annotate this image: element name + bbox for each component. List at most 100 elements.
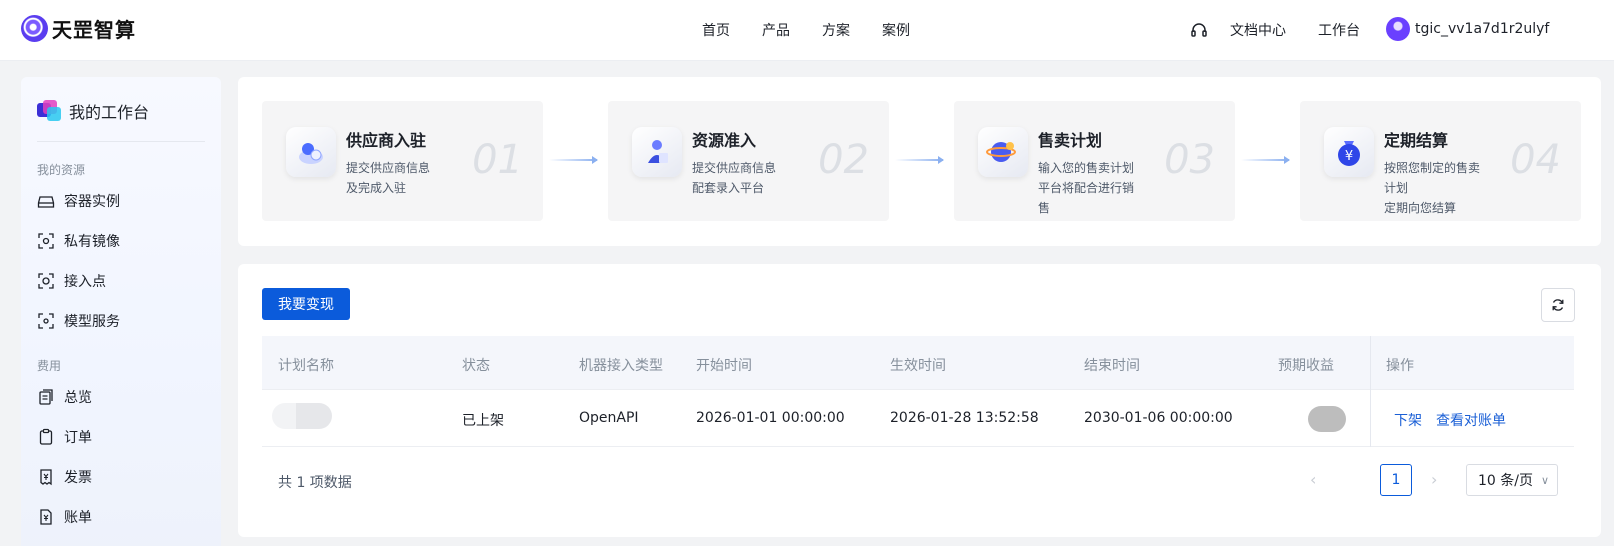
chevron-down-icon: ∨: [1540, 473, 1550, 487]
column-end-time: 结束时间: [1084, 358, 1140, 374]
resource-icon: [632, 127, 682, 177]
svg-text:¥: ¥: [1345, 149, 1353, 164]
sidebar-divider: [37, 141, 205, 142]
sidebar-item-private-images[interactable]: 私有镜像: [37, 231, 120, 251]
sidebar-item-label: 总览: [64, 390, 92, 406]
image-scan-icon: [38, 233, 54, 249]
page-1-button[interactable]: 1: [1380, 464, 1412, 496]
sidebar-item-label: 私有镜像: [64, 234, 120, 250]
next-page-button[interactable]: ›: [1431, 470, 1437, 489]
sidebar-item-access-points[interactable]: 接入点: [37, 271, 106, 291]
nav-solutions[interactable]: 方案: [822, 20, 850, 40]
step-arrow: [1241, 156, 1290, 164]
sidebar-item-invoices[interactable]: 发票: [37, 467, 92, 487]
brand-logo[interactable]: 天罡智算: [21, 14, 136, 43]
username: tgic_vv1a7d1r2ulyf: [1415, 21, 1550, 37]
prev-page-button[interactable]: ‹: [1310, 470, 1316, 489]
sidebar-item-label: 模型服务: [64, 314, 120, 330]
step-number: 04: [1510, 137, 1561, 183]
view-statement-link[interactable]: 查看对账单: [1436, 410, 1506, 430]
sales-plan-table: 计划名称 状态 机器接入类型 开始时间 生效时间 结束时间 预期收益 操作 已上…: [262, 336, 1574, 447]
settlement-icon: ¥: [1324, 127, 1374, 177]
table-header: 计划名称 状态 机器接入类型 开始时间 生效时间 结束时间 预期收益 操作: [262, 336, 1574, 390]
process-steps-card: 供应商入驻 提交供应商信息 及完成入驻 01 资源准入 提交供应商信息 配套录入平台…: [238, 77, 1601, 246]
step-desc: 输入您的售卖计划 平台将配合进行销售: [1038, 161, 1135, 215]
workbench-icon: [37, 100, 63, 122]
logo-icon: [21, 15, 48, 42]
workbench-link[interactable]: 工作台: [1318, 20, 1360, 40]
delist-link[interactable]: 下架: [1394, 410, 1422, 430]
step-supplier-onboarding: 供应商入驻 提交供应商信息 及完成入驻 01: [262, 101, 543, 221]
sidebar-item-label: 容器实例: [64, 194, 120, 210]
step-resource-admission: 资源准入 提交供应商信息 配套录入平台 02: [608, 101, 889, 221]
column-status: 状态: [462, 358, 490, 374]
page-size-select[interactable]: 10 条/页 ∨: [1466, 464, 1558, 496]
total-count: 共 1 项数据: [278, 475, 352, 491]
sidebar-title: 我的工作台: [37, 99, 149, 123]
column-expected-revenue: 预期收益: [1278, 358, 1334, 374]
step-sales-plan: 售卖计划 输入您的售卖计划 平台将配合进行销售 03: [954, 101, 1235, 221]
nav-cases[interactable]: 案例: [882, 20, 910, 40]
column-effective-time: 生效时间: [890, 358, 946, 374]
cell-machine-type: OpenAPI: [579, 410, 639, 426]
page-size-value: 10 条/页: [1478, 473, 1533, 489]
sidebar: 我的工作台 我的资源 容器实例 私有镜像 接入点 模型服务 费用 总览 订单 发…: [21, 77, 221, 546]
sidebar-item-model-service[interactable]: 模型服务: [37, 311, 120, 331]
sidebar-section-billing: 费用: [37, 359, 62, 373]
top-header: 天罡智算 首页 产品 方案 案例 文档中心 工作台 tgic_vv1a7d1r2…: [0, 0, 1614, 61]
column-machine-type: 机器接入类型: [579, 358, 663, 374]
nav-home[interactable]: 首页: [702, 20, 730, 40]
supplier-icon: [286, 127, 336, 177]
step-arrow: [895, 156, 944, 164]
monetize-button[interactable]: 我要变现: [262, 288, 350, 320]
disk-icon: [37, 196, 55, 208]
step-number: 03: [1164, 137, 1215, 183]
step-title: 资源准入: [692, 131, 757, 150]
order-icon: [39, 428, 53, 445]
headset-icon[interactable]: [1190, 21, 1208, 39]
refresh-button[interactable]: [1541, 288, 1575, 322]
sidebar-item-orders[interactable]: 订单: [37, 427, 92, 447]
step-title: 定期结算: [1384, 131, 1449, 150]
sidebar-section-resources: 我的资源: [37, 163, 86, 177]
sidebar-item-label: 接入点: [64, 274, 106, 290]
sidebar-item-containers[interactable]: 容器实例: [37, 191, 120, 211]
avatar: [1386, 17, 1410, 41]
column-plan-name: 计划名称: [278, 358, 334, 374]
sales-plan-icon: [978, 127, 1028, 177]
cell-start-time: 2026-01-01 00:00:00: [696, 410, 845, 426]
step-title: 供应商入驻: [346, 131, 427, 150]
main-nav: 首页 产品 方案 案例: [702, 20, 942, 40]
column-actions: 操作: [1386, 358, 1414, 374]
sidebar-item-overview[interactable]: 总览: [37, 387, 92, 407]
overview-icon: [39, 389, 53, 405]
step-desc: 按照您制定的售卖 计划 定期向您结算: [1384, 161, 1481, 215]
cell-status: 已上架: [462, 413, 504, 429]
step-desc: 提交供应商信息 及完成入驻: [346, 161, 431, 195]
table-row: 已上架 OpenAPI 2026-01-01 00:00:00 2026-01-…: [262, 390, 1574, 447]
brand-name: 天罡智算: [52, 18, 136, 42]
doc-center-link[interactable]: 文档中心: [1230, 20, 1286, 40]
cell-end-time: 2030-01-06 00:00:00: [1084, 410, 1233, 426]
sidebar-title-text: 我的工作台: [69, 103, 150, 122]
nav-products[interactable]: 产品: [762, 20, 790, 40]
revenue-placeholder: [1308, 406, 1346, 432]
step-number: 01: [472, 137, 523, 183]
plan-name-placeholder: [272, 403, 332, 429]
step-desc: 提交供应商信息 配套录入平台: [692, 161, 777, 195]
cell-effective-time: 2026-01-28 13:52:58: [890, 410, 1039, 426]
sidebar-item-label: 订单: [64, 430, 92, 446]
step-number: 02: [818, 137, 869, 183]
bill-icon: [40, 509, 52, 525]
refresh-icon: [1552, 299, 1564, 311]
sidebar-item-label: 发票: [64, 470, 92, 486]
sidebar-item-bills[interactable]: 账单: [37, 507, 92, 527]
column-start-time: 开始时间: [696, 358, 752, 374]
invoice-icon: [40, 469, 52, 486]
sidebar-item-label: 账单: [64, 510, 92, 526]
actions-column-divider: [1370, 336, 1371, 447]
step-periodic-settlement: ¥ 定期结算 按照您制定的售卖 计划 定期向您结算 04: [1300, 101, 1581, 221]
access-point-icon: [38, 273, 54, 289]
sales-plan-list-card: 我要变现 计划名称 状态 机器接入类型 开始时间 生效时间 结束时间 预期收益 …: [238, 264, 1601, 537]
user-menu[interactable]: tgic_vv1a7d1r2ulyf: [1386, 17, 1549, 41]
